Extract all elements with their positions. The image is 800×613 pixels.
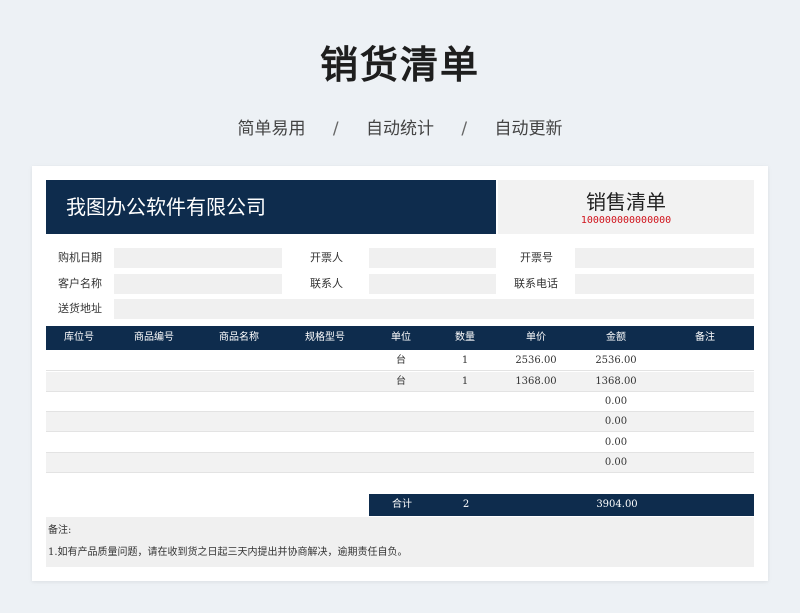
cell-amount: 0.00 xyxy=(604,437,628,448)
cell-price: 1368.00 xyxy=(515,376,557,387)
phone-label: 联系电话 xyxy=(514,277,558,290)
cell-amount: 1368.00 xyxy=(595,376,637,387)
cell-unit: 台 xyxy=(396,376,406,387)
invoice-no-label: 开票号 xyxy=(520,251,553,264)
cell-qty: 1 xyxy=(461,355,469,366)
total-label: 合计 xyxy=(392,499,412,510)
table-row: 台 1 2536.00 2536.00 xyxy=(46,351,754,371)
table-row: 0.00 xyxy=(46,433,754,453)
receipt-title: 销售清单 xyxy=(586,190,666,214)
separator: / xyxy=(332,119,339,139)
total-amount: 3904.00 xyxy=(596,499,638,510)
address-label: 送货地址 xyxy=(58,302,102,315)
company-name: 我图办公软件有限公司 xyxy=(46,180,496,234)
cell-amount: 0.00 xyxy=(604,457,628,468)
col-product-name: 商品名称 xyxy=(219,332,259,343)
notes-title: 备注: xyxy=(48,525,72,536)
contact-label: 联系人 xyxy=(310,277,343,290)
purchase-date-field[interactable] xyxy=(114,248,282,268)
cell-qty: 1 xyxy=(461,376,469,387)
notes-line-1: 1.如有产品质量问题，请在收到货之日起三天内提出并协商解决，逾期责任自负。 xyxy=(48,547,408,558)
cell-unit: 台 xyxy=(396,355,406,366)
sales-list-sheet: 我图办公软件有限公司 销售清单 100000000000000 购机日期 开票人… xyxy=(32,166,768,581)
table-row: 0.00 xyxy=(46,392,754,412)
col-unit: 单位 xyxy=(391,332,411,343)
table-row: 0.00 xyxy=(46,412,754,432)
table-header: 库位号 商品编号 商品名称 规格型号 单位 数量 单价 金额 备注 xyxy=(46,326,754,350)
col-product-code: 商品编号 xyxy=(134,332,174,343)
table-row: 0.00 xyxy=(46,453,754,473)
cell-price: 2536.00 xyxy=(515,355,557,366)
total-qty: 2 xyxy=(462,499,470,510)
page-title: 销货清单 xyxy=(319,43,480,87)
col-spec: 规格型号 xyxy=(305,332,345,343)
cell-amount: 0.00 xyxy=(604,396,628,407)
col-remark: 备注 xyxy=(695,332,715,343)
feature-auto-stats: 自动统计 xyxy=(366,119,434,139)
col-qty: 数量 xyxy=(455,332,475,343)
notes-box: 备注: 1.如有产品质量问题，请在收到货之日起三天内提出并协商解决，逾期责任自负… xyxy=(46,517,754,567)
feature-tagline: 简单易用 / 自动统计 / 自动更新 xyxy=(0,114,800,139)
col-location: 库位号 xyxy=(64,332,94,343)
address-field[interactable] xyxy=(114,299,754,319)
customer-label: 客户名称 xyxy=(58,277,102,290)
col-price: 单价 xyxy=(526,332,546,343)
separator: / xyxy=(461,119,468,139)
issuer-label: 开票人 xyxy=(310,251,343,264)
cell-amount: 2536.00 xyxy=(595,355,637,366)
receipt-number: 100000000000000 xyxy=(580,215,672,226)
phone-field[interactable] xyxy=(575,274,754,294)
invoice-no-field[interactable] xyxy=(575,248,754,268)
purchase-date-label: 购机日期 xyxy=(58,251,102,264)
contact-field[interactable] xyxy=(369,274,496,294)
customer-field[interactable] xyxy=(114,274,282,294)
feature-easy: 简单易用 xyxy=(237,119,306,139)
total-row: 合计 2 3904.00 xyxy=(369,494,754,516)
cell-amount: 0.00 xyxy=(604,416,628,427)
col-amount: 金额 xyxy=(606,332,626,343)
receipt-header: 销售清单 100000000000000 xyxy=(498,180,754,234)
issuer-field[interactable] xyxy=(369,248,496,268)
feature-auto-update: 自动更新 xyxy=(494,119,563,139)
table-row: 台 1 1368.00 1368.00 xyxy=(46,372,754,392)
